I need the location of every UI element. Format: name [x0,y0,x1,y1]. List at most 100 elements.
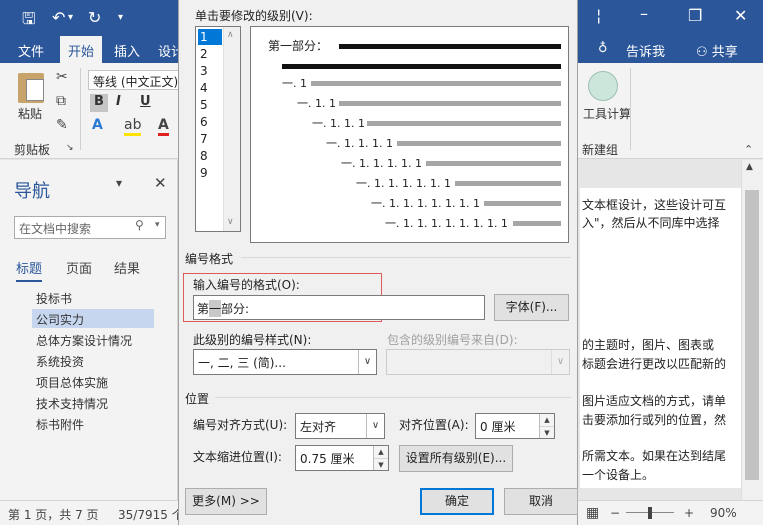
lightbulb-icon[interactable]: ♁ [598,41,608,56]
tab-file[interactable]: 文件 [18,41,44,60]
level-item[interactable]: 3 [198,63,222,79]
level-item[interactable]: 8 [198,148,222,164]
level-item[interactable]: 9 [198,165,222,181]
paste-icon[interactable] [18,73,44,103]
share-button[interactable]: ⚇ 共享 [696,41,738,60]
preview-row-text: 一. 1. 1. 1. 1. 1. 1 [356,177,451,190]
nav-heading-item[interactable]: 投标书 [32,288,154,307]
align-at-spinner[interactable]: 0 厘米 ▲ ▼ [475,413,555,439]
set-all-levels-button[interactable]: 设置所有级别(E)... [399,445,513,472]
clipboard-launcher-icon[interactable]: ↘ [66,143,74,153]
search-dropdown-icon[interactable]: ▾ [155,220,160,230]
text-indent-spinner[interactable]: 0.75 厘米 ▲ ▼ [295,445,389,471]
zoom-slider-thumb[interactable] [648,507,652,519]
tool-calc-icon[interactable] [588,71,618,101]
font-color-icon[interactable]: A [158,117,169,136]
nav-search-input[interactable]: 在文档中搜索 ⚲ ▾ [14,216,166,239]
undo-dropdown-icon[interactable]: ▾ [68,12,73,23]
zoom-in-icon[interactable]: + [684,506,694,520]
nav-heading-item[interactable]: 公司实力 [32,309,154,328]
level-item[interactable]: 5 [198,97,222,113]
scroll-thumb[interactable] [745,190,759,480]
read-mode-icon[interactable]: ▦ [586,505,599,521]
zoom-out-icon[interactable]: − [610,506,620,520]
nav-heading-item[interactable]: 总体方案设计情况 [32,330,154,349]
ribbon-display-icon[interactable]: ¦ [596,6,601,25]
close-window-icon[interactable]: ✕ [734,6,747,25]
level-label: 单击要修改的级别(V): [195,9,313,23]
font-button[interactable]: 字体(F)... [494,294,569,321]
style-label: 此级别的编号样式(N): [193,333,312,347]
redo-icon[interactable]: ↻ [88,8,101,27]
tool-calc-label[interactable]: 工具计算 [583,105,631,122]
nav-tab-headings[interactable]: 标题 [16,258,43,282]
collapse-ribbon-icon[interactable]: ⌃ [744,143,753,156]
undo-icon[interactable]: ↶ [52,8,65,27]
tab-home[interactable]: 开始 [60,36,103,63]
save-icon[interactable]: 🖫 [22,8,36,35]
doc-text-line: 标题会进行更改以匹配新的 [582,357,727,371]
nav-tab-results[interactable]: 结果 [114,258,140,277]
cut-icon[interactable]: ✂ [56,69,68,85]
preview-row-line [311,81,561,86]
spin-down-icon[interactable]: ▼ [374,458,388,470]
chevron-down-icon: ∨ [551,350,569,374]
nav-heading-item[interactable]: 技术支持情况 [32,393,154,412]
format-field-code[interactable]: 一 [209,300,222,317]
tell-me-search[interactable]: 告诉我 [626,41,665,60]
paste-label[interactable]: 粘贴 [18,105,42,122]
text-indent-value: 0.75 厘米 [300,452,355,466]
italic-button[interactable]: I [116,94,121,109]
level-list-scrollbar[interactable]: ∧ ∨ [223,27,240,231]
preview-row-line [397,141,561,146]
level-list[interactable]: 1 2 3 4 5 6 7 8 9 ∧ ∨ [195,26,241,232]
minimize-icon[interactable]: – [640,4,648,23]
chevron-down-icon[interactable]: ∨ [366,414,384,438]
preview-row-text: 一. 1. 1. 1. 1. 1 [341,157,422,170]
font-name-combo[interactable]: 等线 (中文正文) [88,70,188,90]
spinner-buttons[interactable]: ▲ ▼ [373,446,388,470]
nav-options-icon[interactable]: ▾ [116,176,122,190]
number-format-input[interactable]: 第一部分: [193,295,485,320]
level-item[interactable]: 4 [198,80,222,96]
nav-close-icon[interactable]: ✕ [154,174,167,192]
scroll-up-icon[interactable]: ∧ [227,30,234,40]
scroll-down-icon[interactable]: ∨ [227,217,234,227]
search-icon[interactable]: ⚲ [135,218,144,232]
copy-icon[interactable]: ⧉ [56,93,66,109]
position-section-title: 位置 [185,392,210,406]
spinner-buttons[interactable]: ▲ ▼ [539,414,554,438]
new-group-label: 新建组 [582,143,619,157]
cancel-button[interactable]: 取消 [504,488,578,515]
level-item[interactable]: 6 [198,114,222,130]
underline-button[interactable]: U [140,94,151,109]
more-button[interactable]: 更多(M) >> [185,488,267,515]
nav-heading-item[interactable]: 系统投资 [32,351,154,370]
spin-up-icon[interactable]: ▲ [540,414,554,426]
nav-tab-pages[interactable]: 页面 [66,258,92,277]
highlight-icon[interactable]: ab [124,117,142,136]
restore-icon[interactable]: ❐ [688,6,702,25]
level-item[interactable]: 2 [198,46,222,62]
numbering-style-combo[interactable]: 一, 二, 三 (简)... ∨ [193,349,377,375]
text-effects-icon[interactable]: A [92,117,103,133]
alignment-combo[interactable]: 左对齐 ∨ [295,413,385,439]
nav-heading-item[interactable]: 标书附件 [32,414,154,433]
spin-down-icon[interactable]: ▼ [540,426,554,438]
word-count[interactable]: 35/7915 个 [118,506,184,523]
format-painter-icon[interactable]: ✎ [56,117,68,133]
nav-heading-item[interactable]: 项目总体实施 [32,372,154,391]
ok-button[interactable]: 确定 [420,488,494,515]
doc-text-line: 击要添加行或列的位置，然 [582,413,727,427]
tab-insert[interactable]: 插入 [114,41,140,60]
level-item[interactable]: 7 [198,131,222,147]
bold-button[interactable]: B [90,94,108,112]
spin-up-icon[interactable]: ▲ [374,446,388,458]
section-divider [241,257,571,258]
level-item[interactable]: 1 [198,29,222,45]
customize-qat-icon[interactable]: ▾ [118,12,123,23]
scroll-up-icon[interactable]: ▲ [746,162,753,172]
zoom-level[interactable]: 90% [710,506,737,520]
page-count[interactable]: 第 1 页，共 7 页 [8,506,99,523]
chevron-down-icon[interactable]: ∨ [358,350,376,374]
